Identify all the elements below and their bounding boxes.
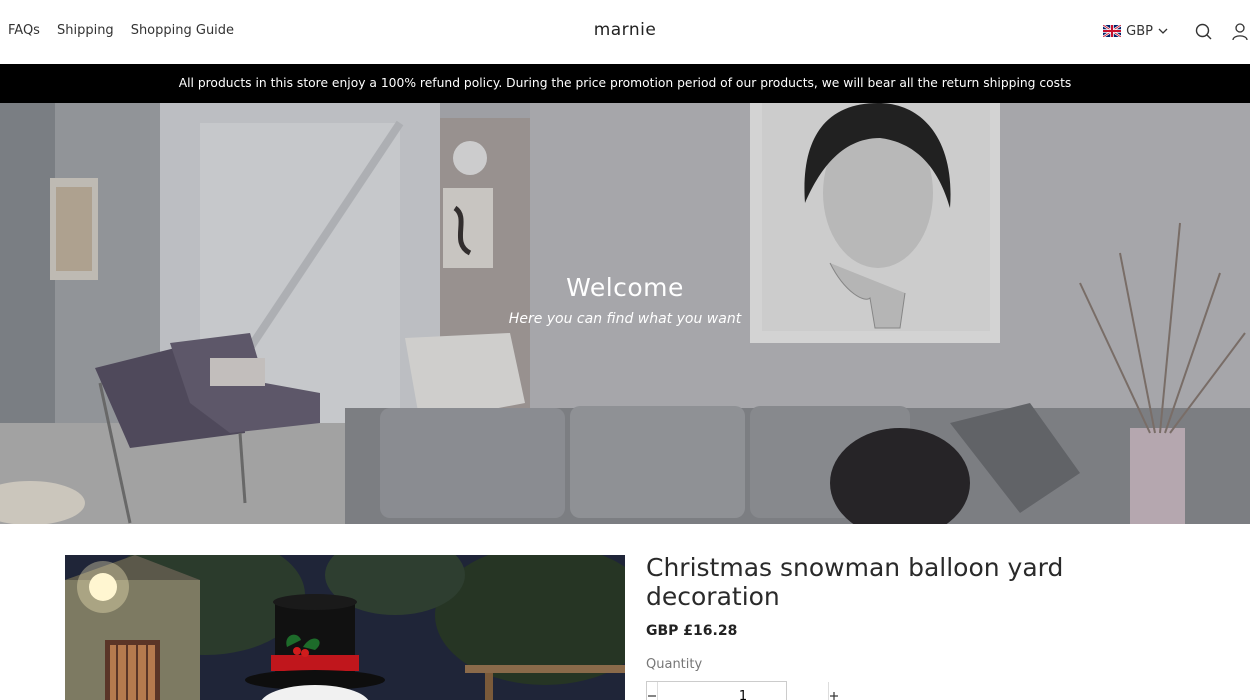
site-header: FAQs Shipping Shopping Guide marnie GBP	[0, 0, 1250, 64]
product-title: Christmas snowman balloon yard decoratio…	[646, 553, 1064, 611]
product-photo	[65, 555, 625, 700]
product-price: GBP £16.28	[646, 623, 738, 639]
announcement-bar: All products in this store enjoy a 100% …	[0, 64, 1250, 103]
quantity-input[interactable]	[658, 682, 828, 700]
currency-selector[interactable]: GBP	[1103, 24, 1168, 39]
minus-icon	[648, 695, 656, 697]
search-button[interactable]	[1192, 20, 1214, 42]
chevron-down-icon	[1158, 28, 1168, 34]
product-image[interactable]	[65, 555, 625, 700]
hero-title: Welcome	[566, 273, 684, 302]
search-icon	[1195, 23, 1211, 39]
quantity-increase-button[interactable]	[828, 682, 839, 700]
quantity-decrease-button[interactable]	[647, 682, 658, 700]
hero-text: Welcome Here you can find what you want	[0, 273, 1250, 327]
plus-icon	[830, 692, 838, 700]
header-actions: GBP	[1103, 20, 1250, 42]
quantity-stepper	[646, 681, 838, 700]
hero-banner: Welcome Here you can find what you want	[0, 103, 1250, 524]
user-icon	[1232, 22, 1248, 40]
account-button[interactable]	[1230, 20, 1250, 42]
currency-label: GBP	[1126, 23, 1153, 39]
hero-subtitle: Here you can find what you want	[508, 311, 742, 327]
product-info: Christmas snowman balloon yard decoratio…	[646, 553, 1166, 700]
brand-logo[interactable]: marnie	[0, 20, 1250, 40]
uk-flag-icon	[1103, 25, 1122, 37]
quantity-label: Quantity	[646, 657, 703, 672]
